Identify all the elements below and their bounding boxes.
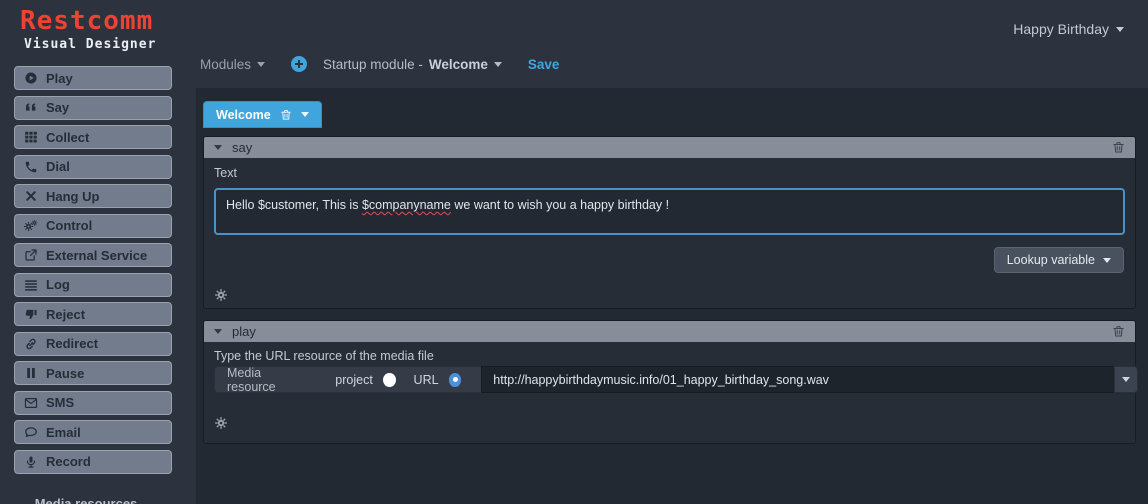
brand-name: Restcomm bbox=[20, 8, 156, 34]
toolbar: Modules Startup module - Welcome Save bbox=[200, 54, 559, 74]
radio-project[interactable] bbox=[383, 373, 396, 387]
sidebar-item-label: Email bbox=[46, 425, 81, 440]
caret-down-icon bbox=[1103, 258, 1111, 263]
sidebar-item-label: Hang Up bbox=[46, 189, 99, 204]
gear-icon[interactable] bbox=[214, 288, 228, 302]
thumbs-down-icon bbox=[24, 307, 38, 321]
link-icon bbox=[24, 337, 38, 351]
sidebar-item-label: Reject bbox=[46, 307, 85, 322]
sidebar-item-label: SMS bbox=[46, 395, 74, 410]
tab-welcome[interactable]: Welcome bbox=[203, 101, 322, 128]
say-text-input[interactable]: Hello $customer, This is $companyname we… bbox=[214, 188, 1125, 235]
sidebar-item-control[interactable]: Control bbox=[14, 214, 172, 238]
sidebar-item-hang-up[interactable]: Hang Up bbox=[14, 184, 172, 208]
collapse-caret-icon[interactable] bbox=[214, 329, 222, 334]
radio-url[interactable] bbox=[449, 373, 462, 387]
sidebar-item-label: Collect bbox=[46, 130, 89, 145]
media-resources-heading: Media resources bbox=[0, 496, 172, 504]
play-circle-icon bbox=[24, 71, 38, 85]
say-block-title: say bbox=[232, 140, 252, 155]
say-block: say Text Hello $customer, This is $compa… bbox=[203, 136, 1136, 309]
startup-module-dropdown[interactable]: Startup module - Welcome bbox=[323, 57, 502, 72]
caret-down-icon bbox=[1122, 377, 1130, 382]
media-url-input[interactable] bbox=[481, 366, 1114, 393]
app-logo: Restcomm Visual Designer bbox=[20, 8, 156, 52]
collapse-caret-icon[interactable] bbox=[214, 145, 222, 150]
sidebar-item-label: Record bbox=[46, 454, 91, 469]
quote-icon bbox=[24, 101, 38, 115]
sidebar-item-label: Log bbox=[46, 277, 70, 292]
phone-icon bbox=[24, 160, 38, 174]
radio-project-label[interactable]: project bbox=[335, 373, 373, 387]
sidebar-item-say[interactable]: Say bbox=[14, 96, 172, 120]
trash-icon[interactable] bbox=[1112, 325, 1125, 338]
sidebar-item-log[interactable]: Log bbox=[14, 273, 172, 297]
tab-welcome-label: Welcome bbox=[216, 108, 271, 122]
save-button[interactable]: Save bbox=[528, 57, 560, 72]
sidebar-item-dial[interactable]: Dial bbox=[14, 155, 172, 179]
microphone-icon bbox=[24, 455, 38, 469]
media-resource-group: Media resource project URL bbox=[214, 366, 1138, 393]
sidebar-item-label: Dial bbox=[46, 159, 70, 174]
sidebar-item-redirect[interactable]: Redirect bbox=[14, 332, 172, 356]
say-text-part: we want to wish you a happy birthday ! bbox=[451, 198, 669, 212]
modules-label: Modules bbox=[200, 57, 251, 72]
add-module-button[interactable] bbox=[291, 56, 307, 72]
lookup-variable-label: Lookup variable bbox=[1007, 253, 1095, 267]
sidebar-item-play[interactable]: Play bbox=[14, 66, 172, 90]
sidebar-item-sms[interactable]: SMS bbox=[14, 391, 172, 415]
sidebar-item-label: Play bbox=[46, 71, 73, 86]
play-block-header: play bbox=[204, 321, 1135, 342]
startup-module-prefix: Startup module - bbox=[323, 57, 423, 72]
sidebar-item-email[interactable]: Email bbox=[14, 420, 172, 444]
project-dropdown[interactable]: Happy Birthday bbox=[1013, 21, 1124, 37]
caret-down-icon bbox=[1116, 27, 1124, 32]
designer-canvas: Welcome say Text Hello $customer, This i… bbox=[196, 88, 1148, 504]
say-text-part: Hello $customer, This is bbox=[226, 198, 362, 212]
sidebar-item-external-service[interactable]: External Service bbox=[14, 243, 172, 267]
gear-icon[interactable] bbox=[214, 416, 228, 430]
media-url-dropdown-button[interactable] bbox=[1114, 366, 1138, 393]
sidebar-item-label: External Service bbox=[46, 248, 147, 263]
sidebar-item-record[interactable]: Record bbox=[14, 450, 172, 474]
gears-icon bbox=[24, 219, 38, 233]
say-block-header: say bbox=[204, 137, 1135, 158]
modules-dropdown[interactable]: Modules bbox=[200, 57, 265, 72]
radio-url-label[interactable]: URL bbox=[414, 373, 439, 387]
play-block-title: play bbox=[232, 324, 256, 339]
caret-down-icon bbox=[257, 62, 265, 67]
external-link-icon bbox=[24, 248, 38, 262]
media-resource-addon: Media resource project URL bbox=[214, 366, 481, 393]
caret-down-icon[interactable] bbox=[301, 112, 309, 117]
sidebar-item-label: Pause bbox=[46, 366, 84, 381]
project-name: Happy Birthday bbox=[1013, 21, 1109, 37]
sidebar-item-label: Control bbox=[46, 218, 92, 233]
url-field-label: Type the URL resource of the media file bbox=[214, 349, 434, 363]
sidebar: Play Say Collect Dial Hang Up Control Ex… bbox=[14, 66, 172, 479]
play-block: play Type the URL resource of the media … bbox=[203, 320, 1136, 444]
sidebar-item-label: Say bbox=[46, 100, 69, 115]
envelope-icon bbox=[24, 396, 38, 410]
sidebar-item-pause[interactable]: Pause bbox=[14, 361, 172, 385]
pause-icon bbox=[24, 366, 38, 380]
lookup-variable-button[interactable]: Lookup variable bbox=[994, 247, 1124, 273]
sidebar-item-collect[interactable]: Collect bbox=[14, 125, 172, 149]
comment-icon bbox=[24, 425, 38, 439]
media-resource-label: Media resource bbox=[227, 366, 305, 394]
x-icon bbox=[24, 189, 38, 203]
grid-icon bbox=[24, 130, 38, 144]
brand-subtitle: Visual Designer bbox=[24, 37, 156, 52]
say-text-misspelled: $companyname bbox=[362, 198, 451, 212]
sidebar-item-label: Redirect bbox=[46, 336, 98, 351]
text-field-label: Text bbox=[214, 166, 237, 180]
sidebar-item-reject[interactable]: Reject bbox=[14, 302, 172, 326]
trash-icon[interactable] bbox=[1112, 141, 1125, 154]
lines-icon bbox=[24, 278, 38, 292]
trash-icon[interactable] bbox=[280, 109, 292, 121]
startup-module-name: Welcome bbox=[429, 57, 488, 72]
caret-down-icon bbox=[494, 62, 502, 67]
